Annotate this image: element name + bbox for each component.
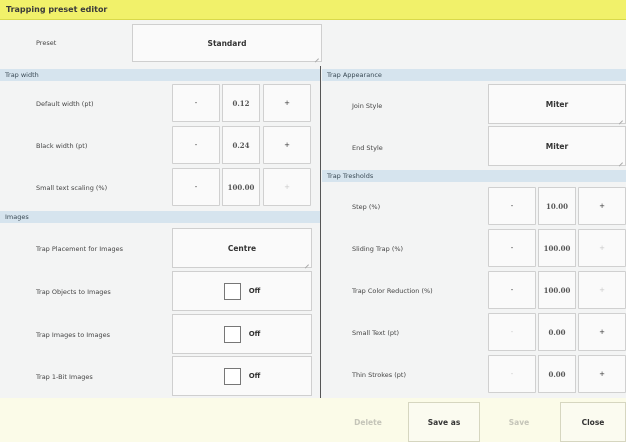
editor-content: Preset Standard Trap width Default width… [0,20,626,442]
sliding-trap-plus-button[interactable]: + [578,229,626,267]
default-width-value[interactable]: 0.12 [222,84,260,122]
black-width-label: Black width (pt) [36,142,88,150]
join-style-value: Miter [545,99,569,109]
trap-placement-select[interactable]: Centre [172,228,312,268]
preset-value: Standard [207,38,247,48]
small-text-scaling-minus-button[interactable]: - [172,168,220,206]
trap-thresholds-header: Trap Tresholds [322,170,626,182]
step-plus-button[interactable]: + [578,187,626,225]
trap-color-reduction-value[interactable]: 100.00 [538,271,576,309]
resize-corner-icon [304,260,309,265]
trap-color-reduction-minus-button[interactable]: - [488,271,536,309]
step-label: Step (%) [352,203,381,211]
trap-appearance-header: Trap Appearance [322,69,626,81]
small-text-plus-button[interactable]: + [578,313,626,351]
trap-objects-toggle[interactable]: Off [172,271,312,311]
trap-1bit-label: Trap 1-Bit Images [36,373,93,381]
sliding-trap-label: Sliding Trap (%) [352,245,404,253]
trap-color-reduction-plus-button[interactable]: + [578,271,626,309]
step-value[interactable]: 10.00 [538,187,576,225]
end-style-select[interactable]: Miter [488,126,626,166]
checkbox-icon[interactable] [223,282,241,300]
thin-strokes-label: Thin Strokes (pt) [352,371,406,379]
preset-select[interactable]: Standard [132,24,322,62]
join-style-select[interactable]: Miter [488,84,626,124]
trap-images-state: Off [248,330,261,338]
default-width-label: Default width (pt) [36,100,94,108]
sliding-trap-minus-button[interactable]: - [488,229,536,267]
save-as-button[interactable]: Save as [408,402,480,442]
small-text-scaling-label: Small text scaling (%) [36,184,108,192]
end-style-value: Miter [545,141,569,151]
small-text-scaling-value[interactable]: 100.00 [222,168,260,206]
small-text-scaling-plus-button[interactable]: + [263,168,311,206]
trap-placement-value: Centre [227,243,257,253]
resize-corner-icon [314,54,319,59]
sliding-trap-value[interactable]: 100.00 [538,229,576,267]
trap-images-label: Trap Images to Images [36,331,111,339]
default-width-minus-button[interactable]: - [172,84,220,122]
thin-strokes-value[interactable]: 0.00 [538,355,576,393]
small-text-value[interactable]: 0.00 [538,313,576,351]
column-divider [320,66,321,418]
preset-label: Preset [36,39,57,47]
trap-placement-label: Trap Placement for Images [36,245,123,253]
resize-corner-icon [618,116,623,121]
join-style-label: Join Style [352,102,383,110]
trap-images-toggle[interactable]: Off [172,314,312,354]
checkbox-icon[interactable] [223,325,241,343]
images-header: Images [0,211,320,223]
resize-corner-icon [618,158,623,163]
black-width-plus-button[interactable]: + [263,126,311,164]
black-width-minus-button[interactable]: - [172,126,220,164]
default-width-plus-button[interactable]: + [263,84,311,122]
checkbox-icon[interactable] [223,367,241,385]
footer-bar: Delete Save as Save Close [0,398,626,442]
trap-1bit-state: Off [248,372,261,380]
small-text-label: Small Text (pt) [352,329,400,337]
close-button[interactable]: Close [560,402,626,442]
trap-color-reduction-label: Trap Color Reduction (%) [352,287,433,295]
trap-width-header: Trap width [0,69,320,81]
trap-objects-state: Off [248,287,261,295]
end-style-label: End Style [352,144,383,152]
window-title: Trapping preset editor [0,0,626,20]
delete-button[interactable]: Delete [338,402,398,442]
trap-objects-label: Trap Objects to Images [36,288,111,296]
thin-strokes-minus-button[interactable]: - [488,355,536,393]
small-text-minus-button[interactable]: - [488,313,536,351]
thin-strokes-plus-button[interactable]: + [578,355,626,393]
step-minus-button[interactable]: - [488,187,536,225]
black-width-value[interactable]: 0.24 [222,126,260,164]
trap-1bit-toggle[interactable]: Off [172,356,312,396]
save-button[interactable]: Save [488,402,550,442]
